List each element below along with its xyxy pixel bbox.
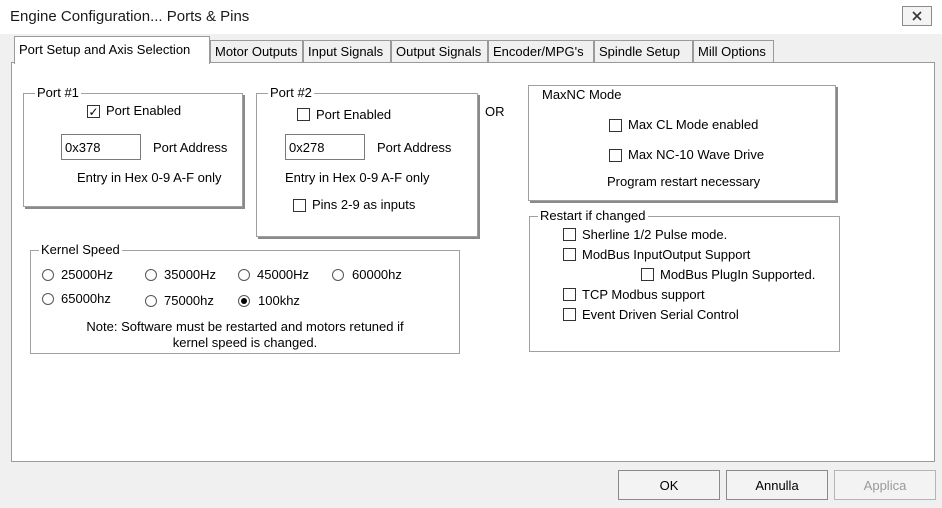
radio-selected-dot (241, 298, 247, 304)
apply-button[interactable]: Applica (834, 470, 936, 500)
kernel-radio-45000[interactable] (238, 269, 250, 281)
pins-as-inputs-label: Pins 2-9 as inputs (312, 197, 416, 212)
kernel-note-line2: kernel speed is changed. (172, 335, 318, 350)
kernel-radio-65000[interactable] (42, 293, 54, 305)
kernel-radio-100k[interactable] (238, 295, 250, 307)
port1-enabled-checkbox[interactable]: ✓ (87, 105, 100, 118)
port1-enabled-label: Port Enabled (106, 103, 182, 118)
max-cl-mode-label: Max CL Mode enabled (628, 117, 759, 132)
checkmark-icon: ✓ (88, 104, 99, 119)
event-serial-label: Event Driven Serial Control (582, 307, 739, 322)
port2-enabled-label: Port Enabled (316, 107, 392, 122)
port1-address-input[interactable] (61, 134, 141, 160)
modbus-plugin-label: ModBus PlugIn Supported. (660, 267, 816, 282)
kernel-radio-60000[interactable] (332, 269, 344, 281)
or-label: OR (485, 104, 505, 119)
port2-enabled-checkbox[interactable] (297, 108, 310, 121)
maxnc-legend: MaxNC Mode (540, 87, 624, 102)
port1-hint: Entry in Hex 0-9 A-F only (77, 170, 222, 185)
port2-address-label: Port Address (377, 140, 452, 155)
tab-output-signals[interactable]: Output Signals (391, 40, 488, 62)
max-nc10-wave-checkbox[interactable] (609, 149, 622, 162)
kernel-option-100k: 100khz (258, 293, 300, 308)
kernel-option-35000: 35000Hz (164, 267, 217, 282)
event-serial-checkbox[interactable] (563, 308, 576, 321)
kernel-radio-75000[interactable] (145, 295, 157, 307)
max-cl-mode-checkbox[interactable] (609, 119, 622, 132)
kernel-option-75000: 75000hz (164, 293, 214, 308)
kernel-speed-legend: Kernel Speed (39, 242, 122, 257)
kernel-radio-35000[interactable] (145, 269, 157, 281)
port1-address-label: Port Address (153, 140, 228, 155)
kernel-option-60000: 60000hz (352, 267, 402, 282)
close-icon (912, 11, 922, 21)
port2-legend: Port #2 (268, 85, 314, 100)
kernel-note: Note: Software must be restarted and mot… (32, 319, 458, 351)
port2-address-input[interactable] (285, 134, 365, 160)
maxnc-restart-note: Program restart necessary (607, 174, 761, 189)
kernel-option-65000: 65000hz (61, 291, 111, 306)
sherline-label: Sherline 1/2 Pulse mode. (582, 227, 728, 242)
tab-port-setup[interactable]: Port Setup and Axis Selection (14, 36, 210, 64)
kernel-option-25000: 25000Hz (61, 267, 114, 282)
tab-panel: Port #1 ✓ Port Enabled Port Address Entr… (11, 62, 935, 462)
tab-spindle-setup[interactable]: Spindle Setup (594, 40, 693, 62)
max-nc10-wave-label: Max NC-10 Wave Drive (628, 147, 765, 162)
modbus-io-label: ModBus InputOutput Support (582, 247, 751, 262)
pins-as-inputs-checkbox[interactable] (293, 199, 306, 212)
kernel-note-line1: Note: Software must be restarted and mot… (86, 319, 404, 334)
modbus-io-checkbox[interactable] (563, 248, 576, 261)
tcp-modbus-label: TCP Modbus support (582, 287, 705, 302)
ok-button[interactable]: OK (618, 470, 720, 500)
modbus-plugin-checkbox[interactable] (641, 268, 654, 281)
tab-motor-outputs[interactable]: Motor Outputs (210, 40, 303, 62)
close-button[interactable] (902, 6, 932, 26)
restart-legend: Restart if changed (538, 208, 648, 223)
port1-legend: Port #1 (35, 85, 81, 100)
window-title: Engine Configuration... Ports & Pins (10, 8, 250, 25)
port2-hint: Entry in Hex 0-9 A-F only (285, 170, 430, 185)
tcp-modbus-checkbox[interactable] (563, 288, 576, 301)
tab-mill-options[interactable]: Mill Options (693, 40, 774, 62)
tab-encoder-mpg[interactable]: Encoder/MPG's (488, 40, 594, 62)
kernel-radio-25000[interactable] (42, 269, 54, 281)
sherline-checkbox[interactable] (563, 228, 576, 241)
tab-input-signals[interactable]: Input Signals (303, 40, 391, 62)
cancel-button[interactable]: Annulla (726, 470, 828, 500)
kernel-option-45000: 45000Hz (257, 267, 310, 282)
